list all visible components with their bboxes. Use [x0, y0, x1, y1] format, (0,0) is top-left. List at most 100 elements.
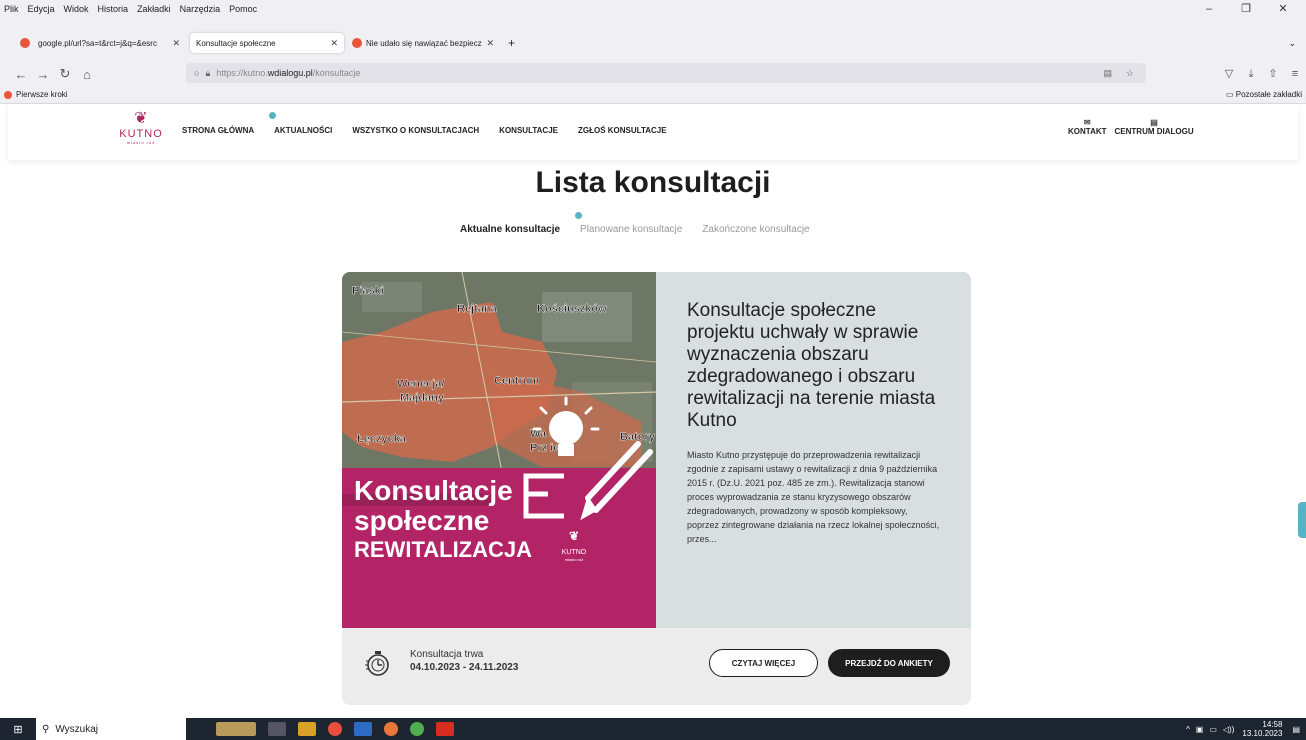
tab-list-icon[interactable]: ⌄	[1282, 32, 1302, 54]
dialogue-center-link[interactable]: ▤ CENTRUM DIALOGU	[1115, 118, 1194, 136]
menu-home[interactable]: STRONA GŁÓWNA	[182, 126, 254, 135]
other-bookmarks[interactable]: ▭ Pozostałe zakładki	[1226, 90, 1302, 99]
search-icon: ⚲	[42, 723, 50, 735]
consultation-image[interactable]: Piaski Rejtana Kościuszków Wenecja/ Majd…	[342, 272, 656, 628]
toolbar-right: ▽ ⤓ ⇧ ≡	[1218, 62, 1306, 86]
other-bookmarks-label: Pozostałe zakładki	[1235, 90, 1302, 99]
card-title[interactable]: Konsultacje społeczne projektu uchwały w…	[687, 300, 941, 432]
firefox-icon	[20, 38, 30, 48]
forward-icon[interactable]: →	[32, 67, 54, 82]
tab-label: Nie udało się nawiązać bezpiecz	[366, 38, 482, 48]
network-icon[interactable]: ▭	[1209, 725, 1217, 734]
file-explorer-icon[interactable]	[298, 722, 316, 736]
menu-consultations[interactable]: KONSULTACJE	[499, 126, 558, 135]
place-label: Majdany	[400, 392, 445, 404]
taskbar-search[interactable]: ⚲ Wyszukaj	[36, 718, 186, 740]
menu-about-consultations[interactable]: WSZYSTKO O KONSULTACJACH	[352, 126, 479, 135]
browser-window: Plik Edycja Widok Historia Zakładki Narz…	[0, 0, 1306, 740]
close-tab-icon[interactable]: ✕	[486, 38, 494, 49]
notifications-icon[interactable]: ▤	[1292, 725, 1300, 734]
close-window-button[interactable]: ✕	[1269, 0, 1297, 18]
taskbar-clock[interactable]: 14:58 13.10.2023	[1242, 720, 1282, 738]
back-icon[interactable]: ←	[10, 67, 32, 82]
bookmark-star-icon[interactable]: ☆	[1126, 68, 1134, 79]
chrome-icon[interactable]	[328, 722, 342, 736]
taskbar-image-icon[interactable]	[216, 722, 256, 736]
subtab-active-dot	[575, 212, 582, 219]
menu-file[interactable]: Plik	[4, 4, 19, 14]
stopwatch-icon	[365, 651, 389, 676]
menu-history[interactable]: Historia	[98, 4, 129, 14]
tab-konsultacje[interactable]: Konsultacje społeczne ✕	[190, 33, 344, 53]
task-view-icon[interactable]	[268, 722, 286, 736]
reload-icon[interactable]: ↻	[54, 66, 76, 82]
shield-icon: ○	[194, 68, 200, 78]
url-prefix: https://kutno.	[216, 68, 268, 78]
close-tab-icon[interactable]: ✕	[330, 38, 338, 49]
maximize-button[interactable]: ❐	[1232, 0, 1260, 18]
read-more-button[interactable]: CZYTAJ WIĘCEJ	[709, 649, 818, 677]
tab-planned[interactable]: Planowane konsultacje	[580, 224, 682, 235]
acrobat-icon[interactable]	[436, 722, 454, 736]
tab-bar: google.pl/url?sa=t&rct=j&q=&esrc ✕ Konsu…	[0, 18, 1306, 62]
dialogue-center-label: CENTRUM DIALOGU	[1114, 127, 1194, 136]
place-label: Rejtana	[457, 303, 498, 315]
menu-bookmarks[interactable]: Zakładki	[137, 4, 171, 14]
menu-view[interactable]: Widok	[64, 4, 89, 14]
tab-google[interactable]: google.pl/url?sa=t&rct=j&q=&esrc ✕	[32, 32, 186, 54]
card-footer: Konsultacja trwa 04.10.2023 - 24.11.2023…	[342, 628, 971, 705]
tray-app-icon[interactable]: ▣	[1196, 725, 1204, 734]
duration-label: Konsultacja trwa	[410, 649, 484, 660]
downloads-icon[interactable]: ⤓	[1240, 62, 1262, 86]
site-header: ❦ KUTNO miasto róż STRONA GŁÓWNA AKTUALN…	[8, 104, 1298, 160]
lock-icon: 🔒︎	[205, 67, 211, 78]
tab-error[interactable]: Nie udało się nawiązać bezpiecz ✕	[346, 32, 500, 54]
place-label: Kościuszków	[537, 303, 607, 315]
warning-icon	[352, 38, 362, 48]
menu-report-consultation[interactable]: ZGŁOŚ KONSULTACJE	[578, 126, 667, 135]
navigation-bar: ← → ↻ ⌂ ○ 🔒︎ https://kutno. wdialogu.pl/k…	[0, 62, 1306, 86]
card-text: Konsultacje społeczne projektu uchwały w…	[656, 272, 971, 628]
bookmark-first-steps[interactable]: Pierwsze kroki	[16, 90, 68, 99]
new-tab-button[interactable]: +	[502, 32, 521, 54]
tray-chevron-icon[interactable]: ^	[1186, 725, 1190, 734]
kutno-logo[interactable]: ❦ KUTNO miasto róż	[116, 110, 166, 145]
clock-time: 14:58	[1262, 720, 1283, 729]
word-icon[interactable]	[354, 722, 372, 736]
chat-icon: ▤	[1150, 118, 1158, 127]
home-icon[interactable]: ⌂	[76, 67, 98, 82]
bookmarks-bar: Pierwsze kroki ▭ Pozostałe zakładki	[0, 86, 1306, 104]
menu-tools[interactable]: Narzędzia	[180, 4, 221, 14]
qgis-icon[interactable]	[410, 722, 424, 736]
menu-help[interactable]: Pomoc	[229, 4, 257, 14]
url-bar[interactable]: ○ 🔒︎ https://kutno. wdialogu.pl/konsultac…	[186, 63, 1146, 83]
extensions-icon[interactable]: ⇧	[1262, 62, 1284, 86]
contact-link[interactable]: ✉ KONTAKT	[1068, 118, 1107, 136]
place-label: Wenecja/	[397, 378, 445, 390]
duration-dates: 04.10.2023 - 24.11.2023	[410, 662, 519, 673]
minimize-button[interactable]: –	[1195, 0, 1223, 18]
firefox-icon	[4, 90, 12, 99]
place-label: Piaski	[352, 285, 384, 297]
accessibility-side-tab[interactable]	[1298, 502, 1306, 538]
tab-current[interactable]: Aktualne konsultacje	[460, 224, 560, 235]
logo-small-sub: miasto róż	[565, 557, 583, 562]
firefox-taskbar-icon[interactable]	[384, 722, 398, 736]
reader-view-icon[interactable]: ▤	[1103, 68, 1112, 79]
clock-date: 13.10.2023	[1242, 729, 1283, 738]
close-tab-icon[interactable]: ✕	[172, 38, 180, 49]
logo-sub: miasto róż	[126, 140, 156, 145]
menu-edit[interactable]: Edycja	[28, 4, 55, 14]
go-to-survey-button[interactable]: PRZEJDŹ DO ANKIETY	[828, 649, 950, 677]
pocket-icon[interactable]: ▽	[1218, 62, 1240, 86]
menu-news[interactable]: AKTUALNOŚCI	[274, 126, 332, 135]
volume-icon[interactable]: ◁))	[1223, 725, 1234, 734]
windows-start-icon[interactable]: ⊞	[0, 723, 36, 736]
banner-title-3: REWITALIZACJA	[354, 537, 532, 562]
app-menu-icon[interactable]: ≡	[1284, 62, 1306, 86]
rose-icon: ❦	[134, 110, 148, 127]
tab-finished[interactable]: Zakończone konsultacje	[702, 224, 809, 235]
banner-title-1: Konsultacje	[354, 475, 513, 506]
menu-active-dot	[269, 112, 276, 119]
folder-icon: ▭	[1225, 90, 1236, 99]
